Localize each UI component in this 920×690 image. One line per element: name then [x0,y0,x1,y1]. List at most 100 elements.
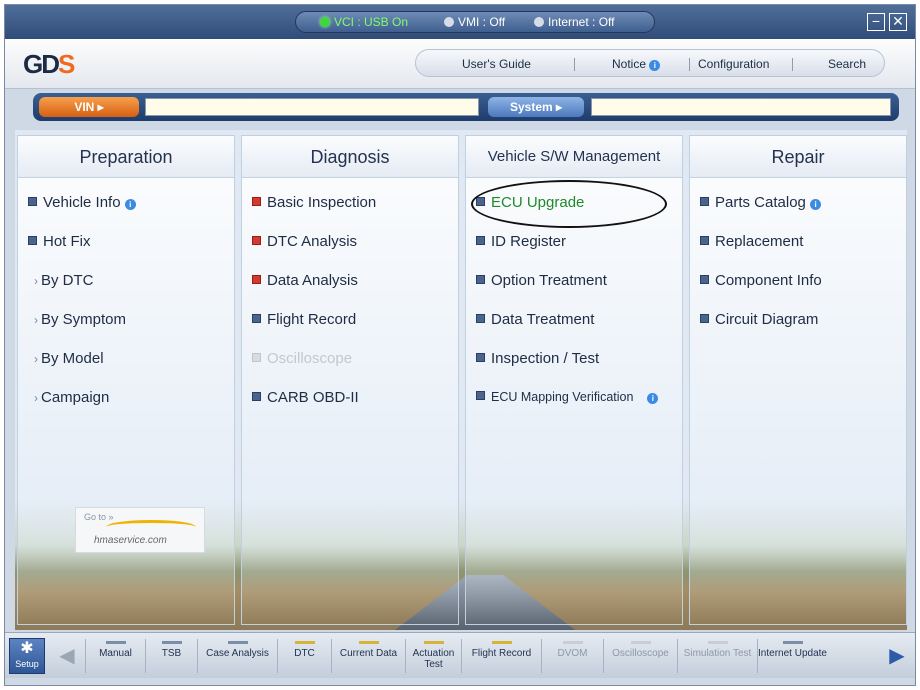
menu-dtc-analysis[interactable]: DTC Analysis [252,233,357,250]
vci-status-label: VCI : USB On [334,15,409,29]
tool-dvom: DVOM [541,639,603,673]
menu-by-model[interactable]: › By Model [34,350,104,367]
tool-flight-record[interactable]: Flight Record [461,639,541,673]
info-icon: i [647,393,659,404]
minimize-button[interactable]: − [867,13,885,31]
tool-current-data[interactable]: Current Data [331,639,405,673]
menu-circuit-diagram[interactable]: Circuit Diagram [700,311,818,328]
menu-label: Oscilloscope [267,350,353,367]
notice-link[interactable]: Notice i [612,57,661,71]
menu-inspection-test[interactable]: Inspection / Test [476,350,599,367]
tool-indicator [707,641,728,644]
vmi-indicator-icon [444,17,454,27]
search-link[interactable]: Search [828,57,866,71]
menu-id-register[interactable]: ID Register [476,233,566,250]
menu-data-treatment[interactable]: Data Treatment [476,311,594,328]
header: GDS User's Guide Notice i Configuration … [5,39,915,89]
tool-indicator [630,641,651,644]
menu-campaign[interactable]: › Campaign [34,389,109,406]
tool-label: DVOM [557,648,588,659]
connection-status: VCI : USB On VMI : Off Internet : Off [295,11,655,33]
bullet-icon [252,275,261,284]
menu-label: Data Treatment [491,311,595,328]
menu-label: By Symptom [41,311,127,328]
menu-label: Campaign [41,389,110,406]
tool-label: Case Analysis [206,648,269,659]
menu-label: Circuit Diagram [715,311,819,328]
hmaservice-link[interactable]: Go to » hmaservice.com [75,507,205,553]
setup-button[interactable]: ✱ Setup [9,638,45,674]
app-window: VCI : USB On VMI : Off Internet : Off − … [4,4,916,686]
info-icon: i [810,199,822,210]
hmaservice-label: hmaservice.com [94,535,167,546]
menu-label: Component Info [715,272,822,289]
menu-hot-fix[interactable]: Hot Fix [28,233,91,250]
menu-parts-catalog[interactable]: Parts Catalog i [700,194,822,211]
bullet-icon [28,197,37,206]
close-button[interactable]: ✕ [889,13,907,31]
menu-label: Hot Fix [43,233,91,250]
users-guide-link[interactable]: User's Guide [462,57,531,71]
bullet-icon [28,236,37,245]
menu-component-info[interactable]: Component Info [700,272,822,289]
tool-internet-update[interactable]: Internet Update [757,639,827,673]
preparation-header: Preparation [18,136,234,178]
vmi-status: VMI : Off [444,15,505,29]
menu-vehicle-info[interactable]: Vehicle Info i [28,194,136,211]
tool-manual[interactable]: Manual [85,639,145,673]
tool-simulation-test: Simulation Test [677,639,757,673]
bullet-icon [476,314,485,323]
tool-label: Manual [99,648,132,659]
menu-oscilloscope: Oscilloscope [252,350,352,367]
tool-indicator [358,641,379,644]
vin-system-bar: VIN ▸ System ▸ [33,93,899,121]
menu-ecu-mapping-verification[interactable]: ECU Mapping Verification i [476,390,659,404]
menu-option-treatment[interactable]: Option Treatment [476,272,607,289]
tool-label: Simulation Test [683,648,752,659]
menu-by-symptom[interactable]: › By Symptom [34,311,126,328]
tool-label: Actuation Test [412,648,455,670]
tool-indicator [161,641,182,644]
scroll-right-button[interactable]: ▶ [885,643,909,669]
scroll-left-button[interactable]: ◀ [55,643,79,669]
menu-flight-record[interactable]: Flight Record [252,311,356,328]
vin-input[interactable] [145,98,479,116]
internet-status-label: Internet : Off [548,15,615,29]
configuration-link[interactable]: Configuration [698,57,769,71]
tool-dtc[interactable]: DTC [277,639,331,673]
repair-header: Repair [690,136,906,178]
tool-case-analysis[interactable]: Case Analysis [197,639,277,673]
menu-carb-obd[interactable]: CARB OBD-II [252,389,359,406]
bottom-toolbar: ✱ Setup ◀ Manual TSB Case Analysis DTC Cu… [5,632,915,678]
nav-divider [574,58,575,71]
tool-label: Current Data [339,648,398,659]
system-label: System [509,100,553,114]
bullet-icon [476,391,485,400]
bullet-icon [700,275,709,284]
internet-indicator-icon [534,17,544,27]
tool-indicator [562,641,583,644]
menu-label: ID Register [491,233,567,250]
bullet-icon [476,353,485,362]
bullet-icon [252,314,261,323]
menu-basic-inspection[interactable]: Basic Inspection [252,194,376,211]
vin-button[interactable]: VIN ▸ [39,97,139,117]
menu-label: Vehicle Info [43,194,121,211]
system-input[interactable] [591,98,891,116]
vci-status: VCI : USB On [320,15,408,29]
tool-actuation-test[interactable]: Actuation Test [405,639,461,673]
tool-label: Oscilloscope [612,648,669,659]
system-button[interactable]: System ▸ [488,97,584,117]
chevron-right-icon: › [34,313,38,327]
chevron-right-icon: › [34,391,38,405]
menu-by-dtc[interactable]: › By DTC [34,272,94,289]
menu-label: Inspection / Test [491,350,600,367]
info-icon: i [124,199,136,210]
menu-replacement[interactable]: Replacement [700,233,803,250]
vehicle-sw-management-header: Vehicle S/W Management [466,136,682,178]
top-navigation: User's Guide Notice i Configuration Sear… [415,49,885,77]
tool-tsb[interactable]: TSB [145,639,197,673]
diagnosis-column: Diagnosis Basic Inspection DTC Analysis … [241,135,459,625]
menu-data-analysis[interactable]: Data Analysis [252,272,358,289]
menu-label: Data Analysis [267,272,358,289]
